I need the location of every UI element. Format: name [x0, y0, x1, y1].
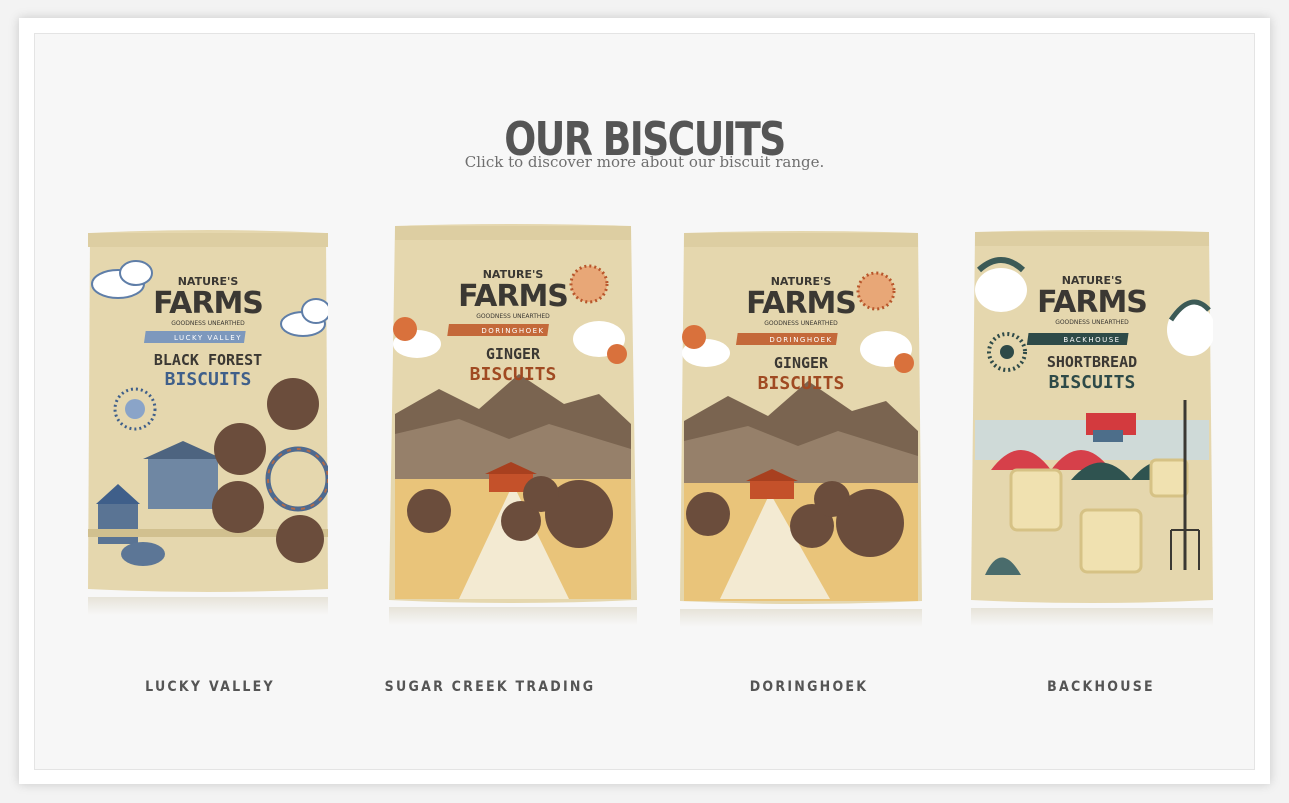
svg-text:GINGER: GINGER [774, 354, 829, 372]
biscuit-pack-image: NATURE'S FARMS GOODNESS UNEARTHED LUCKY … [88, 230, 328, 592]
page-subtitle: Click to discover more about our biscuit… [464, 153, 825, 171]
product-card-doringhoek[interactable]: NATURE'S FARMS GOODNESS UNEARTHED DORING… [680, 231, 922, 627]
elephant-icon [121, 542, 165, 566]
biscuit-pack-image: NATURE'S FARMS GOODNESS UNEARTHED DORING… [389, 224, 637, 603]
svg-text:DORINGHOEK: DORINGHOEK [769, 336, 832, 344]
sun-icon [569, 264, 609, 304]
svg-text:GOODNESS UNEARTHED: GOODNESS UNEARTHED [171, 320, 245, 327]
content-panel: OUR BISCUITS Click to discover more abou… [34, 33, 1255, 770]
svg-text:GOODNESS UNEARTHED: GOODNESS UNEARTHED [764, 320, 838, 327]
product-card-sugar-creek-trading[interactable]: NATURE'S FARMS GOODNESS UNEARTHED DORING… [389, 224, 637, 625]
svg-text:BISCUITS: BISCUITS [758, 373, 845, 394]
product-card-lucky-valley[interactable]: NATURE'S FARMS GOODNESS UNEARTHED LUCKY … [88, 229, 328, 615]
product-card-backhouse[interactable]: NATURE'S FARMS GOODNESS UNEARTHED BACKHO… [971, 230, 1213, 626]
svg-text:GOODNESS UNEARTHED: GOODNESS UNEARTHED [1055, 319, 1129, 326]
svg-text:FARMS: FARMS [153, 286, 263, 321]
svg-text:GINGER: GINGER [486, 345, 541, 363]
svg-text:GOODNESS UNEARTHED: GOODNESS UNEARTHED [476, 313, 550, 320]
svg-text:FARMS: FARMS [1037, 285, 1147, 320]
svg-text:BISCUITS: BISCUITS [1049, 372, 1136, 393]
biscuit-pack-image: NATURE'S FARMS GOODNESS UNEARTHED BACKHO… [971, 230, 1213, 603]
product-link-doringhoek[interactable]: DORINGHOEK [750, 679, 869, 695]
svg-text:BISCUITS: BISCUITS [470, 364, 557, 385]
product-link-lucky-valley[interactable]: LUCKY VALLEY [145, 679, 275, 695]
product-link-backhouse[interactable]: BACKHOUSE [1047, 679, 1155, 695]
product-link-sugar-creek-trading[interactable]: SUGAR CREEK TRADING [385, 679, 596, 695]
svg-text:SHORTBREAD: SHORTBREAD [1047, 353, 1137, 371]
svg-text:DORINGHOEK: DORINGHOEK [481, 327, 544, 335]
page-frame: OUR BISCUITS Click to discover more abou… [19, 18, 1270, 784]
farmhouse-icon [750, 481, 794, 499]
svg-text:BISCUITS: BISCUITS [165, 369, 252, 390]
sun-icon [856, 271, 896, 311]
svg-text:LUCKY VALLEY: LUCKY VALLEY [174, 334, 242, 342]
svg-text:FARMS: FARMS [746, 286, 856, 321]
svg-text:FARMS: FARMS [458, 279, 568, 314]
svg-text:BACKHOUSE: BACKHOUSE [1063, 336, 1120, 344]
svg-text:BLACK FOREST: BLACK FOREST [154, 351, 262, 369]
biscuit-pack-image: NATURE'S FARMS GOODNESS UNEARTHED DORING… [680, 231, 922, 604]
